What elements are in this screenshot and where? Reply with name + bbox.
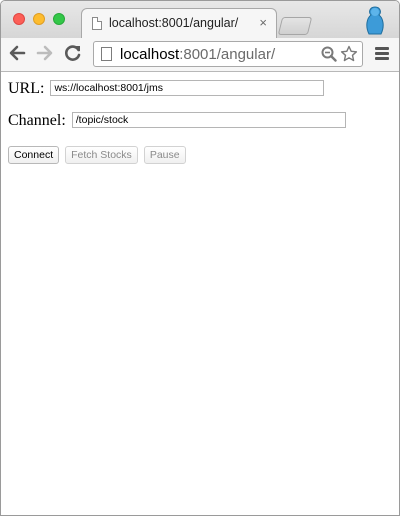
active-tab[interactable]: localhost:8001/angular/ × (81, 8, 277, 39)
pause-button[interactable]: Pause (143, 146, 186, 164)
address-url[interactable]: localhost:8001/angular/ (120, 46, 275, 63)
connect-button[interactable]: Connect (8, 146, 60, 164)
page-content: URL: Channel: Connect Fetch Stocks Pause (1, 72, 399, 515)
browser-toolbar: localhost:8001/angular/ (1, 38, 399, 72)
action-buttons: Connect Fetch Stocks Pause (8, 145, 188, 164)
back-arrow-icon[interactable] (7, 42, 27, 64)
tab-close-icon[interactable]: × (259, 15, 267, 30)
channel-label: Channel: (8, 112, 66, 129)
profile-icon[interactable] (363, 6, 387, 41)
maximize-window-button[interactable] (53, 13, 65, 25)
reload-icon[interactable] (63, 42, 83, 64)
address-path: :8001/angular/ (179, 46, 276, 63)
fetch-stocks-button[interactable]: Fetch Stocks (65, 146, 138, 164)
url-input[interactable] (50, 80, 325, 96)
url-row: URL: (8, 80, 325, 98)
page-icon (101, 47, 112, 61)
tab-strip: localhost:8001/angular/ × (1, 1, 399, 41)
url-label: URL: (8, 80, 45, 97)
close-window-button[interactable] (13, 13, 25, 25)
zoom-icon[interactable] (321, 46, 337, 67)
page-favicon-icon (92, 17, 102, 30)
tab-title: localhost:8001/angular/ (109, 16, 239, 30)
new-tab-button[interactable] (277, 17, 313, 35)
address-bar[interactable]: localhost:8001/angular/ (93, 41, 363, 67)
forward-arrow-icon[interactable] (35, 42, 55, 64)
star-icon[interactable] (340, 45, 358, 67)
browser-window: localhost:8001/angular/ × localhost:8001… (0, 0, 400, 516)
minimize-window-button[interactable] (33, 13, 45, 25)
hamburger-menu-icon[interactable] (375, 47, 389, 62)
channel-input[interactable] (71, 112, 346, 128)
channel-row: Channel: (8, 112, 346, 130)
address-host: localhost (120, 46, 180, 63)
